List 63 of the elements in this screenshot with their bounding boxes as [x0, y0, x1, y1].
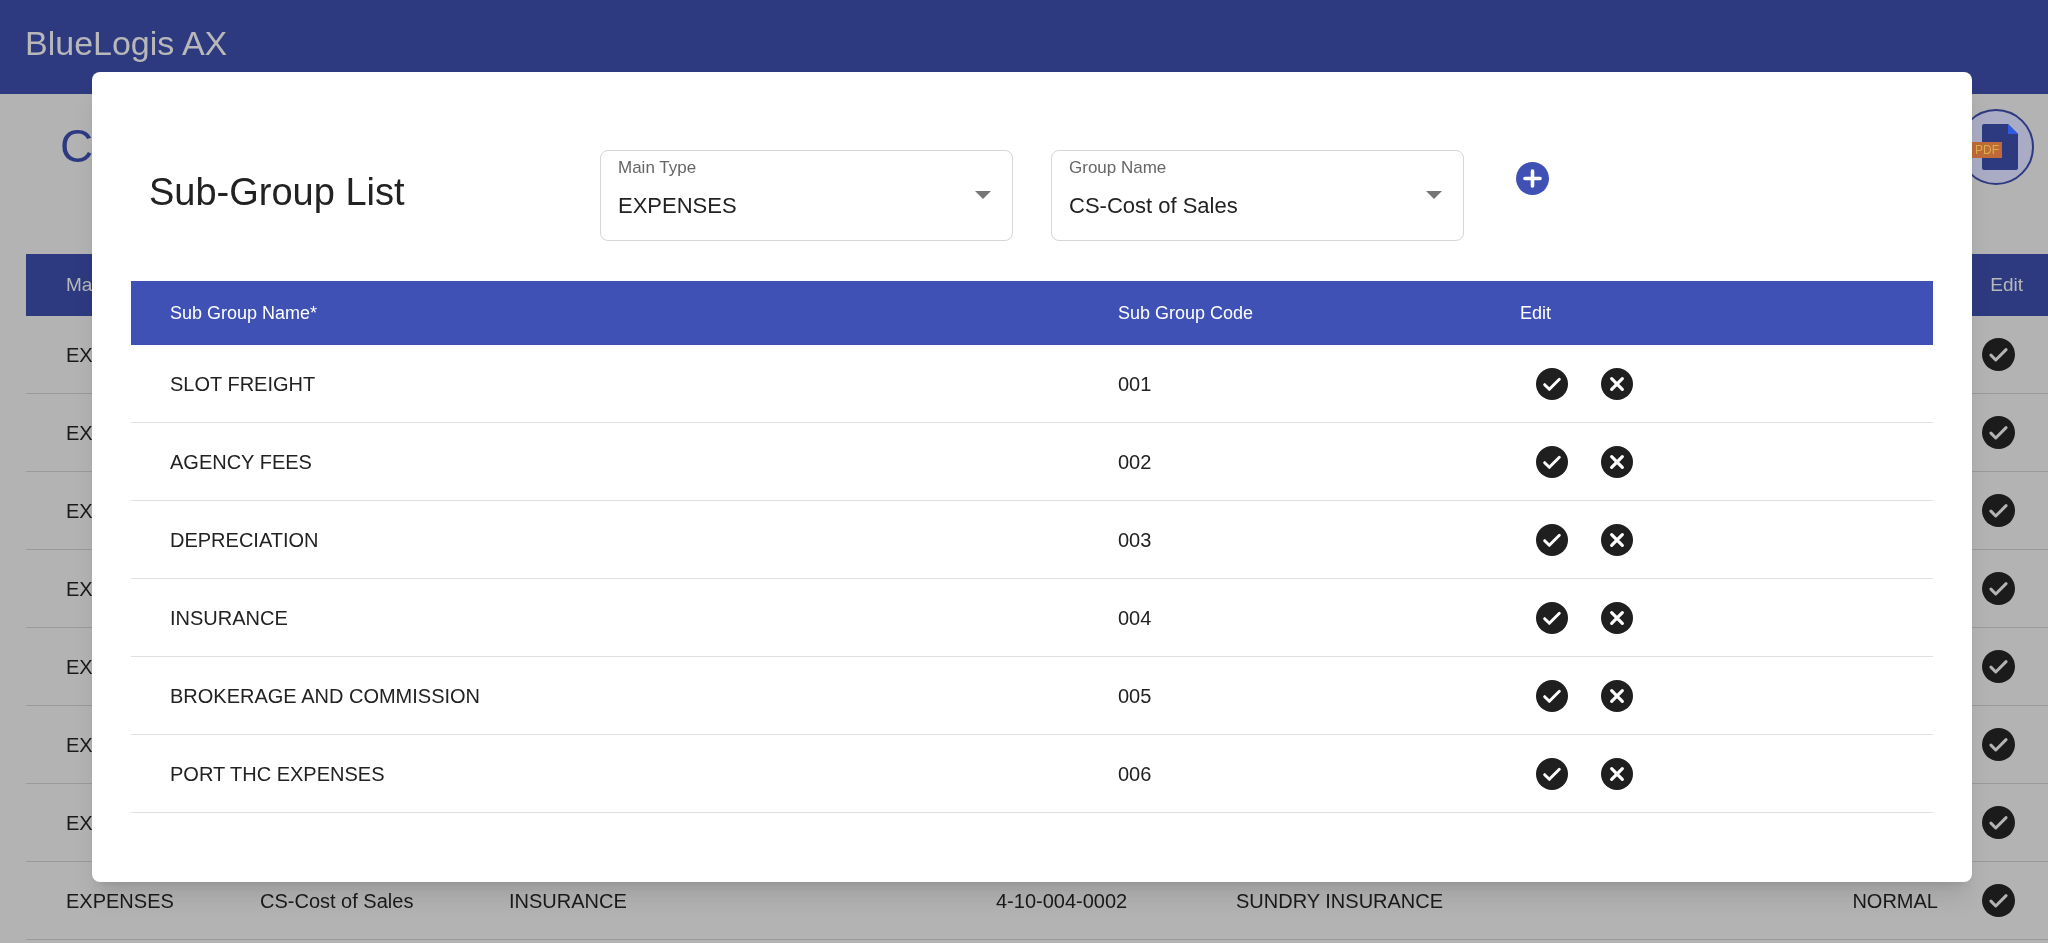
table-cell-text: 006	[1118, 761, 1153, 787]
check-circle-icon[interactable]	[1536, 367, 1568, 400]
table-cell-text: EX	[66, 732, 94, 758]
add-icon[interactable]	[1516, 162, 1549, 195]
close-circle-icon[interactable]	[1601, 679, 1633, 712]
table-cell-text: EX	[66, 498, 94, 524]
check-circle-icon[interactable]	[1981, 494, 2015, 527]
close-circle-icon[interactable]	[1601, 601, 1633, 634]
table-cell-text: SLOT FREIGHT	[169, 371, 317, 397]
table-cell-text: INSURANCE	[169, 605, 289, 631]
table-cell-text: EX	[66, 420, 94, 446]
field-value: CS-Cost of Sales	[1069, 192, 1238, 220]
table-cell-text: 005	[1118, 683, 1153, 709]
table-cell-text: EX	[66, 810, 94, 836]
caret-icon	[975, 191, 991, 199]
table-cell-text: BROKERAGE AND COMMISSION	[169, 683, 482, 709]
table-cell-text: 004	[1118, 605, 1153, 631]
dropdown-field[interactable]: Group Name CS-Cost of Sales	[1051, 150, 1464, 241]
field-label: Main Type	[618, 157, 697, 179]
check-circle-icon[interactable]	[1536, 601, 1568, 634]
table-cell-text: CS-Cost of Sales	[260, 888, 415, 914]
table-cell-text: EX	[66, 654, 94, 680]
table-cell-text: EX	[66, 576, 94, 602]
dialog-title: Sub-Group List	[149, 170, 405, 215]
check-circle-icon[interactable]	[1536, 679, 1568, 712]
table-cell-text: AGENCY FEES	[169, 449, 313, 475]
check-circle-icon[interactable]	[1536, 757, 1568, 790]
check-circle-icon[interactable]	[1981, 650, 2015, 683]
column-header: Ma	[66, 272, 93, 297]
check-circle-icon[interactable]	[1536, 445, 1568, 478]
field-label: Group Name	[1069, 157, 1167, 179]
column-header: Sub Group Code	[1118, 301, 1255, 325]
table-cell-text: 4-10-004-0002	[996, 888, 1129, 914]
close-circle-icon[interactable]	[1601, 445, 1633, 478]
column-header: Edit	[1520, 301, 1553, 325]
check-circle-icon[interactable]	[1981, 728, 2015, 761]
check-circle-icon[interactable]	[1981, 884, 2015, 917]
close-circle-icon[interactable]	[1601, 523, 1633, 556]
table-cell-text: DEPRECIATION	[169, 527, 320, 553]
check-circle-icon[interactable]	[1536, 523, 1568, 556]
caret-icon	[1426, 191, 1442, 199]
check-circle-icon[interactable]	[1981, 572, 2015, 605]
check-circle-icon[interactable]	[1981, 416, 2015, 449]
page-title: C	[60, 119, 94, 174]
column-header: Sub Group Name*	[169, 301, 319, 325]
table-cell-text: EXPENSES	[66, 888, 175, 914]
table-cell-text: PORT THC EXPENSES	[169, 761, 386, 787]
table-cell-text: 002	[1118, 449, 1153, 475]
close-circle-icon[interactable]	[1601, 367, 1633, 400]
pdf-badge: PDF	[1972, 142, 2002, 158]
table-cell-text: INSURANCE	[509, 888, 628, 914]
table-cell-text: SUNDRY INSURANCE	[1236, 888, 1445, 914]
close-circle-icon[interactable]	[1601, 757, 1633, 790]
table-cell-text: NORMAL	[1852, 888, 1938, 914]
table-cell-text: 001	[1118, 371, 1153, 397]
check-circle-icon[interactable]	[1981, 806, 2015, 839]
table-cell-text: EX	[66, 342, 94, 368]
app-title: BlueLogis AX	[25, 23, 228, 64]
dropdown-field[interactable]: Main Type EXPENSES	[600, 150, 1013, 241]
check-circle-icon[interactable]	[1981, 338, 2015, 371]
column-header: Edit	[1990, 272, 2023, 297]
table-cell-text: 003	[1118, 527, 1153, 553]
field-value: EXPENSES	[618, 192, 737, 220]
